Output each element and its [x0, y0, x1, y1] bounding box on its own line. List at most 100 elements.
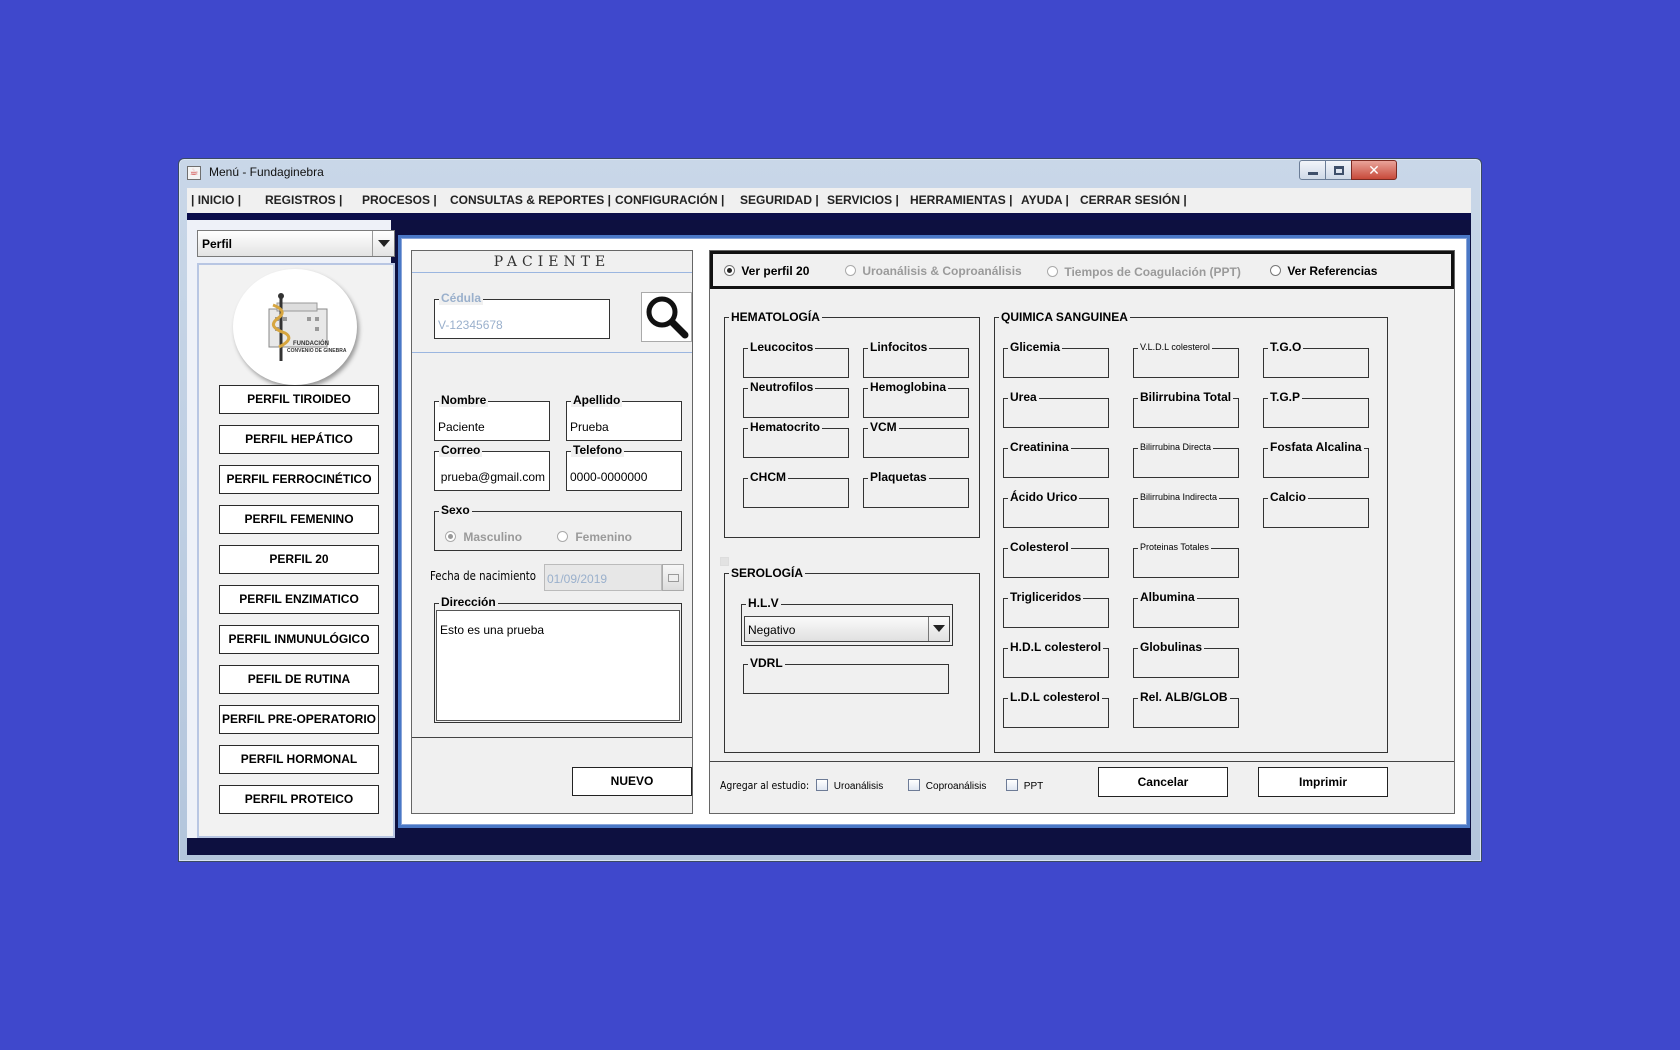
java-app-icon: ☕	[187, 166, 201, 180]
perfil-20-button[interactable]: PERFIL 20	[219, 545, 379, 574]
perfil-hormonal-button[interactable]: PERFIL HORMONAL	[219, 745, 379, 774]
bilirrubina-directa-field[interactable]: Bilirrubina Directa	[1133, 440, 1239, 478]
bilirrubina-indirecta-field[interactable]: Bilirrubina Indirecta	[1133, 490, 1239, 528]
tiempos-coagulacion-radio[interactable]: Tiempos de Coagulación (PPT)	[1047, 265, 1241, 279]
profile-select-value: Perfil	[202, 237, 233, 251]
menu-servicios[interactable]: SERVICIOS |	[827, 193, 899, 207]
creatinina-field[interactable]: Creatinina	[1003, 440, 1109, 478]
ver-referencias-label: Ver Referencias	[1287, 264, 1378, 278]
vcm-field[interactable]: VCM	[863, 420, 969, 458]
chcm-field[interactable]: CHCM	[743, 470, 849, 508]
search-icon	[646, 296, 689, 339]
albumina-field[interactable]: Albumina	[1133, 590, 1239, 628]
tgp-field[interactable]: T.G.P	[1263, 390, 1369, 428]
menu-herramientas[interactable]: HERRAMIENTAS |	[910, 193, 1012, 207]
masculino-radio[interactable]: Masculino	[445, 530, 522, 544]
fundacion-logo: FUNDACIÓN CONVENIO DE GINEBRA	[233, 269, 357, 385]
proteinas-totales-field[interactable]: Proteinas Totales	[1133, 540, 1239, 578]
ver-perfil-20-radio[interactable]: Ver perfil 20	[724, 264, 809, 278]
glicemia-field[interactable]: Glicemia	[1003, 340, 1109, 378]
ldl-colesterol-field[interactable]: L.D.L colesterol	[1003, 690, 1109, 728]
perfil-femenino-button[interactable]: PERFIL FEMENINO	[219, 505, 379, 534]
menu-procesos[interactable]: PROCESOS |	[362, 193, 437, 207]
albumina-label: Albumina	[1138, 590, 1197, 604]
perfil-hepatico-button[interactable]: PERFIL HEPÁTICO	[219, 425, 379, 454]
menu-seguridad[interactable]: SEGURIDAD |	[740, 193, 819, 207]
serologia-toggle[interactable]	[720, 557, 729, 566]
menu-underline	[187, 213, 1471, 220]
close-icon: ✕	[1368, 162, 1380, 178]
close-button[interactable]: ✕	[1351, 160, 1397, 180]
perfil-pre-operatorio-button[interactable]: PERFIL PRE-OPERATORIO	[219, 705, 379, 734]
hlv-label: H.L.V	[746, 596, 781, 610]
cedula-field[interactable]: Cédula V-12345678	[434, 291, 610, 339]
nombre-label: Nombre	[439, 393, 489, 407]
hlv-select[interactable]: Negativo	[744, 616, 950, 642]
perfil-ferrocinetico-button[interactable]: PERFIL FERROCINÉTICO	[219, 465, 379, 494]
fosfata-alcalina-field[interactable]: Fosfata Alcalina	[1263, 440, 1369, 478]
perfil-enzimatico-button[interactable]: PERFIL ENZIMATICO	[219, 585, 379, 614]
menu-cerrar-sesion[interactable]: CERRAR SESIÓN |	[1080, 193, 1187, 207]
maximize-button[interactable]	[1325, 160, 1352, 180]
perfil-inmunulogico-button[interactable]: PERFIL INMUNULÓGICO	[219, 625, 379, 654]
apellido-field[interactable]: Apellido Prueba	[566, 393, 682, 441]
search-button[interactable]	[641, 292, 692, 342]
femenino-radio[interactable]: Femenino	[557, 530, 632, 544]
perfil-rutina-button[interactable]: PEFIL DE RUTINA	[219, 665, 379, 694]
menu-configuracion[interactable]: CONFIGURACIÓN |	[615, 193, 724, 207]
nuevo-button[interactable]: NUEVO	[572, 767, 692, 796]
ppt-checkbox[interactable]: PPT	[1006, 779, 1043, 792]
hdl-colesterol-field[interactable]: H.D.L colesterol	[1003, 640, 1109, 678]
radio-unselected-icon	[1047, 266, 1058, 277]
vdrl-field[interactable]: VDRL	[743, 656, 949, 694]
profile-panel: FUNDACIÓN CONVENIO DE GINEBRA PERFIL TIR…	[197, 263, 395, 838]
hemoglobina-field[interactable]: Hemoglobina	[863, 380, 969, 418]
uroanalisis-coproanalisis-radio[interactable]: Uroanálisis & Coproanálisis	[845, 264, 1022, 278]
calendar-button[interactable]	[662, 564, 684, 591]
profile-select[interactable]: Perfil	[197, 230, 395, 257]
perfil-proteico-button[interactable]: PERFIL PROTEICO	[219, 785, 379, 814]
acido-urico-field[interactable]: Ácido Urico	[1003, 490, 1109, 528]
apellido-label: Apellido	[571, 393, 623, 407]
neutrofilos-field[interactable]: Neutrofilos	[743, 380, 849, 418]
telefono-field[interactable]: Telefono 0000-0000000	[566, 443, 682, 491]
fosfata-alcalina-label: Fosfata Alcalina	[1268, 440, 1364, 454]
globulinas-field[interactable]: Globulinas	[1133, 640, 1239, 678]
menu-registros[interactable]: REGISTROS |	[265, 193, 342, 207]
correo-field[interactable]: Correo prueba@gmail.com	[434, 443, 550, 491]
urea-field[interactable]: Urea	[1003, 390, 1109, 428]
plaquetas-label: Plaquetas	[868, 470, 929, 484]
dropdown-arrow-button[interactable]	[372, 231, 394, 256]
neutrofilos-label: Neutrofilos	[748, 380, 816, 394]
rel-alb-glob-field[interactable]: Rel. ALB/GLOB	[1133, 690, 1239, 728]
perfil-tiroideo-button[interactable]: PERFIL TIROIDEO	[219, 385, 379, 414]
leucocitos-field[interactable]: Leucocitos	[743, 340, 849, 378]
minimize-button[interactable]	[1299, 160, 1326, 180]
apellido-value: Prueba	[570, 420, 609, 434]
imprimir-button[interactable]: Imprimir	[1258, 767, 1388, 797]
ver-referencias-radio[interactable]: Ver Referencias	[1270, 264, 1377, 278]
plaquetas-field[interactable]: Plaquetas	[863, 470, 969, 508]
coproanalisis-checkbox[interactable]: Coproanálisis	[908, 779, 986, 792]
direccion-value: Esto es una prueba	[440, 623, 545, 637]
menu-ayuda[interactable]: AYUDA |	[1021, 193, 1069, 207]
cancelar-button[interactable]: Cancelar	[1098, 767, 1228, 797]
bilirrubina-total-field[interactable]: Bilirrubina Total	[1133, 390, 1239, 428]
svg-text:CONVENIO DE GINEBRA: CONVENIO DE GINEBRA	[287, 348, 347, 354]
fecha-nacimiento-input[interactable]: 01/09/2019	[544, 564, 662, 591]
direccion-textarea[interactable]: Esto es una prueba	[436, 610, 680, 721]
uroanalisis-checkbox[interactable]: Uroanálisis	[816, 779, 883, 792]
menu-consultas-reportes[interactable]: CONSULTAS & REPORTES |	[450, 193, 611, 207]
nombre-field[interactable]: Nombre Paciente	[434, 393, 550, 441]
trigliceridos-field[interactable]: Trigliceridos	[1003, 590, 1109, 628]
hematocrito-field[interactable]: Hematocrito	[743, 420, 849, 458]
hlv-dropdown-button[interactable]	[928, 617, 949, 641]
fecha-nacimiento-value: 01/09/2019	[547, 572, 608, 586]
colesterol-field[interactable]: Colesterol	[1003, 540, 1109, 578]
calcio-field[interactable]: Calcio	[1263, 490, 1369, 528]
results-panel: Ver perfil 20 Uroanálisis & Coproanálisi…	[709, 250, 1455, 814]
linfocitos-field[interactable]: Linfocitos	[863, 340, 969, 378]
tgo-field[interactable]: T.G.O	[1263, 340, 1369, 378]
vldl-colesterol-field[interactable]: V.L.D.L colesterol	[1133, 340, 1239, 378]
menu-inicio[interactable]: | INICIO |	[191, 193, 241, 207]
